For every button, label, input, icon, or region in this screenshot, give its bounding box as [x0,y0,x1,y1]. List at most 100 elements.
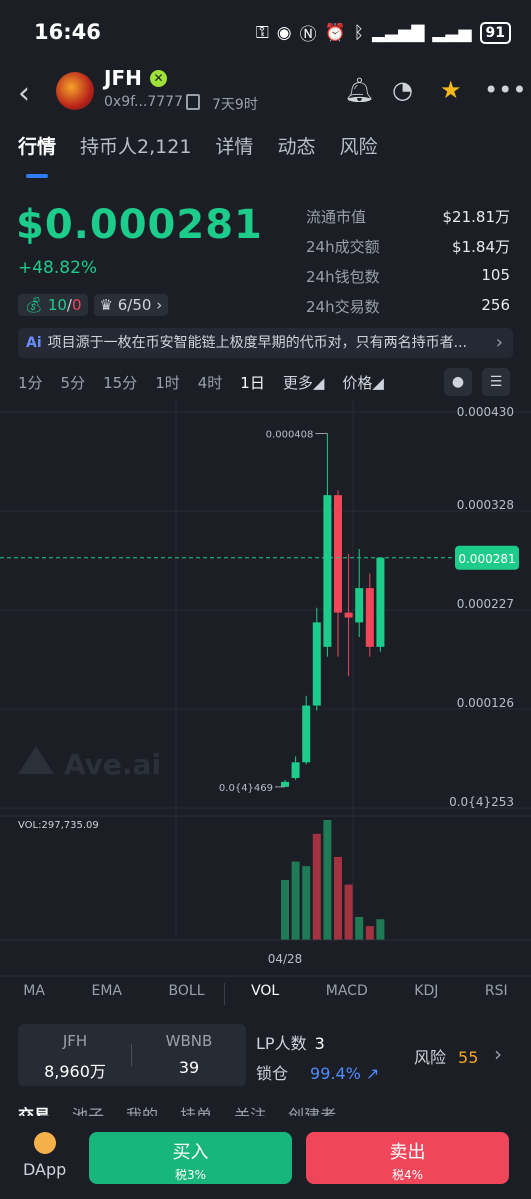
copy-icon[interactable] [186,94,200,110]
indicator-ema[interactable]: EMA [91,983,122,1007]
money-badge[interactable]: 💰︎ 10/0 [18,294,88,316]
money-bag-icon: 💰︎ [24,296,44,314]
timeframe-4h[interactable]: 4时 [198,372,223,393]
pancake-icon[interactable] [34,1132,56,1154]
buy-button[interactable]: 买入 税3% [89,1132,292,1184]
y-tick-label: 0.000126 [457,696,514,710]
tab-details[interactable]: 详情 [215,132,253,159]
token-header: ‹ JFH ✕ 0x9f...7777 7天9时 🔔︎ ◔ ★ ••• [0,64,531,122]
battery-indicator: 91 [479,21,511,44]
tab-holders[interactable]: 持币人2,121 [80,132,191,159]
volume-bar [344,884,353,940]
bell-icon[interactable]: 🔔︎ [344,76,374,104]
tab-pools[interactable]: 池子 [72,1102,104,1116]
external-link-icon: ↗ [360,1064,380,1083]
eye-icon: ◉ [276,22,292,43]
wifi-icon: ▂▃▅ [432,22,472,43]
tab-activity[interactable]: 动态 [277,132,315,159]
verified-icon: ✕ [150,70,167,87]
liquidity-pool[interactable]: JFH 8,960万 WBNB 39 [18,1024,246,1086]
gauge-icon[interactable]: ◔ [392,76,413,104]
high-label: 0.000408 [266,430,314,441]
star-icon[interactable]: ★ [440,76,462,104]
candle-body [355,588,364,623]
candle-body [302,705,311,763]
volume-bar [334,856,342,940]
indicator-tabs: MA EMA BOLL VOL MACD KDJ RSI [0,983,531,1007]
tab-underline [26,174,48,178]
indicator-rsi[interactable]: RSI [485,983,508,1007]
tab-creator[interactable]: 创建者 [288,1102,336,1116]
ai-summary-bar[interactable]: Ai 项目源于一枚在币安智能链上极度早期的代币对，只有两名持币者... [18,328,513,358]
chart-style-icon[interactable]: ● [444,368,472,396]
crown-icon: ♛ [99,296,113,314]
main-tabs: 行情 持币人2,121 详情 动态 风险 [18,132,377,159]
low-label: 0.0{4}469 [219,783,273,794]
more-icon[interactable]: ••• [484,76,526,104]
y-tick-label: 0.000328 [457,498,514,512]
tab-follow[interactable]: 关注 [234,1102,266,1116]
tab-orders[interactable]: 挂单 [180,1102,212,1116]
token-name: JFH [104,66,142,90]
ave-logo-icon [18,746,54,774]
token-stats: 流通市值 $21.81万 24h成交额 $1.84万 24h钱包数 105 24h交易… [306,206,510,326]
pool-left-value: 8,960万 [44,1062,106,1081]
tab-trades[interactable]: 交易 [18,1102,50,1116]
candle-body [344,612,353,618]
lp-locked[interactable]: 锁仓 99.4% ↗ [256,1060,379,1084]
ai-icon: Ai [26,335,42,351]
timeframe-tabs: 1分 5分 15分 1时 4时 1日 更多◢ 价格◢ [18,372,384,393]
pool-right-value: 39 [178,1058,200,1077]
volume-bar [365,926,374,940]
sell-button[interactable]: 卖出 税4% [306,1132,509,1184]
alarm-icon: ⏰ [324,22,346,43]
candle-body [365,588,374,647]
timeframe-5m[interactable]: 5分 [61,372,86,393]
volume-bar [355,916,364,940]
key-icon: ⚿ [255,22,269,43]
chevron-right-icon[interactable]: › [496,332,503,353]
chart-settings-icon[interactable]: ☰ [482,368,510,396]
volume-bar [302,866,311,940]
indicator-vol[interactable]: VOL [251,983,279,1007]
dapp-label[interactable]: DApp [23,1160,66,1179]
stat-row: 24h钱包数 105 [306,266,510,286]
timeframe-1h[interactable]: 1时 [155,372,180,393]
volume-label: VOL:297,735.09 [18,820,99,831]
timeframe-1m[interactable]: 1分 [18,372,43,393]
timeframe-more[interactable]: 更多◢ [283,372,325,393]
indicator-divider [224,983,225,1005]
chevron-right-icon[interactable]: › [494,1042,502,1066]
badges: 💰︎ 10/0 ♛ 6/50 › [18,294,169,316]
price-chart[interactable]: 0.000430 0.000328 0.000227 0.000126 0.0{4}25… [0,400,531,980]
tab-market[interactable]: 行情 [18,132,56,159]
timeframe-15m[interactable]: 15分 [103,372,137,393]
volume-bar [312,833,321,940]
indicator-ma[interactable]: MA [23,983,45,1007]
ai-summary-text: 项目源于一枚在币安智能链上极度早期的代币对，只有两名持币者... [47,335,467,351]
y-tick-label: 0.0{4}253 [449,795,514,809]
candle-body [291,762,300,778]
back-button[interactable]: ‹ [18,76,30,111]
risk-score[interactable]: 风险 55 [414,1044,478,1068]
volume-bar [281,880,289,940]
crown-badge[interactable]: ♛ 6/50 › [93,294,169,316]
stat-row: 24h交易数 256 [306,296,510,316]
price-dropdown[interactable]: 价格◢ [342,372,384,393]
current-price: $0.000281 [16,202,263,248]
indicator-macd[interactable]: MACD [326,983,368,1007]
indicator-kdj[interactable]: KDJ [414,983,438,1007]
status-icons: ⚿ ◉ Ⓝ ⏰ ᛒ ▂▃▅▇ ▂▃▅ 91 [256,20,511,45]
price-change: +48.82% [18,258,98,278]
timeframe-1d[interactable]: 1日 [240,372,265,393]
x-tick-label: 04/28 [268,952,303,966]
token-age: 7天9时 [212,97,258,113]
tab-risk[interactable]: 风险 [339,132,377,159]
token-avatar [56,72,94,110]
stat-row: 24h成交额 $1.84万 [306,238,510,256]
tab-mine[interactable]: 我的 [126,1102,158,1116]
candle-body [323,495,332,647]
signal-icon: ▂▃▅▇ [371,22,425,43]
volume-bar [376,919,385,940]
indicator-boll[interactable]: BOLL [169,983,205,1007]
